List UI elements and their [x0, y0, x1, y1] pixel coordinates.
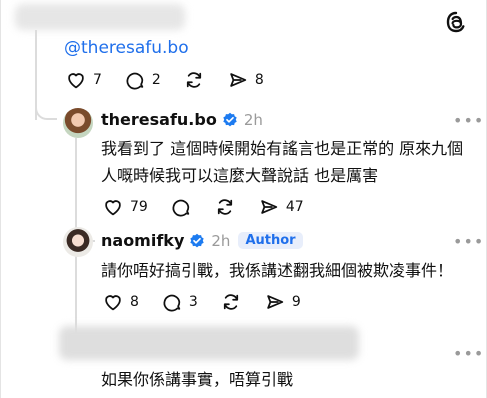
- reply-count: 2: [151, 72, 161, 88]
- repost-button[interactable]: [214, 196, 236, 218]
- mention-link[interactable]: @theresafu.bo: [64, 38, 189, 58]
- send-icon: [230, 73, 247, 87]
- like-count: 8: [130, 294, 139, 310]
- send-icon: [267, 295, 284, 309]
- heart-icon: [68, 73, 84, 89]
- repost-icon: [217, 199, 232, 215]
- timestamp: 2h: [243, 110, 263, 129]
- share-count: 9: [291, 294, 301, 310]
- send-icon: [261, 200, 278, 214]
- timestamp: 2h: [211, 231, 231, 250]
- repost-button[interactable]: [220, 291, 242, 313]
- post-text: 我看到了 這個時候開始有謠言也是正常的 原來九個 人嘅時候我可以這麼大聲說話 也…: [101, 135, 471, 189]
- post-text-line: 我看到了 這個時候開始有謠言也是正常的 原來九個: [101, 139, 464, 158]
- share-button[interactable]: 47: [258, 196, 304, 218]
- redacted-author: [59, 326, 359, 360]
- reply1-actions: 79 47: [102, 196, 326, 218]
- reply-button[interactable]: 2: [124, 69, 161, 91]
- reply-button[interactable]: 3: [161, 291, 198, 313]
- heart-icon: [105, 200, 121, 216]
- more-options-button[interactable]: •••: [453, 344, 484, 363]
- redacted-header: [15, 4, 185, 30]
- heart-icon: [105, 295, 121, 311]
- like-count: 7: [93, 72, 102, 88]
- like-button[interactable]: 7: [65, 69, 102, 91]
- verified-badge-icon: [190, 233, 205, 247]
- threads-icon[interactable]: [444, 10, 468, 34]
- reply2-actions: 8 3 9: [102, 291, 323, 313]
- comment-icon: [163, 294, 181, 312]
- username[interactable]: naomifky: [101, 231, 184, 250]
- post-text: 請你唔好搞引戰，我係講述翻我細個被欺凌事件！: [101, 261, 454, 280]
- top-post-actions: 7 2 8: [65, 69, 286, 91]
- post-text-line: 人嘅時候我可以這麼大聲說話 也是厲害: [101, 166, 379, 185]
- share-count: 47: [285, 199, 304, 215]
- reply-button[interactable]: [170, 196, 192, 218]
- share-button[interactable]: 9: [264, 291, 301, 313]
- reply-header: theresafu.bo 2h: [101, 110, 263, 129]
- comment-icon: [172, 199, 190, 217]
- author-badge: Author: [238, 232, 303, 249]
- like-count: 79: [130, 199, 148, 215]
- comment-icon: [126, 72, 144, 90]
- more-options-button[interactable]: •••: [453, 232, 484, 251]
- thread-elbow: [35, 100, 57, 120]
- like-button[interactable]: 79: [102, 196, 148, 218]
- post-text: 如果你係講事實，唔算引戰: [101, 370, 294, 389]
- reply-header: naomifky 2h Author: [101, 231, 303, 250]
- share-count: 8: [254, 72, 264, 88]
- share-button[interactable]: 8: [227, 69, 264, 91]
- avatar[interactable]: [63, 108, 93, 138]
- username[interactable]: theresafu.bo: [101, 110, 217, 129]
- repost-icon: [223, 294, 238, 310]
- more-options-button[interactable]: •••: [453, 111, 484, 130]
- like-button[interactable]: 8: [102, 291, 139, 313]
- verified-badge-icon: [223, 112, 237, 126]
- repost-icon: [186, 72, 201, 88]
- thread-view: @theresafu.bo 7 2 8 theresafu.bo 2h ••• …: [0, 0, 487, 398]
- reply-count: 3: [188, 294, 198, 310]
- avatar[interactable]: [63, 227, 93, 257]
- repost-button[interactable]: [183, 69, 205, 91]
